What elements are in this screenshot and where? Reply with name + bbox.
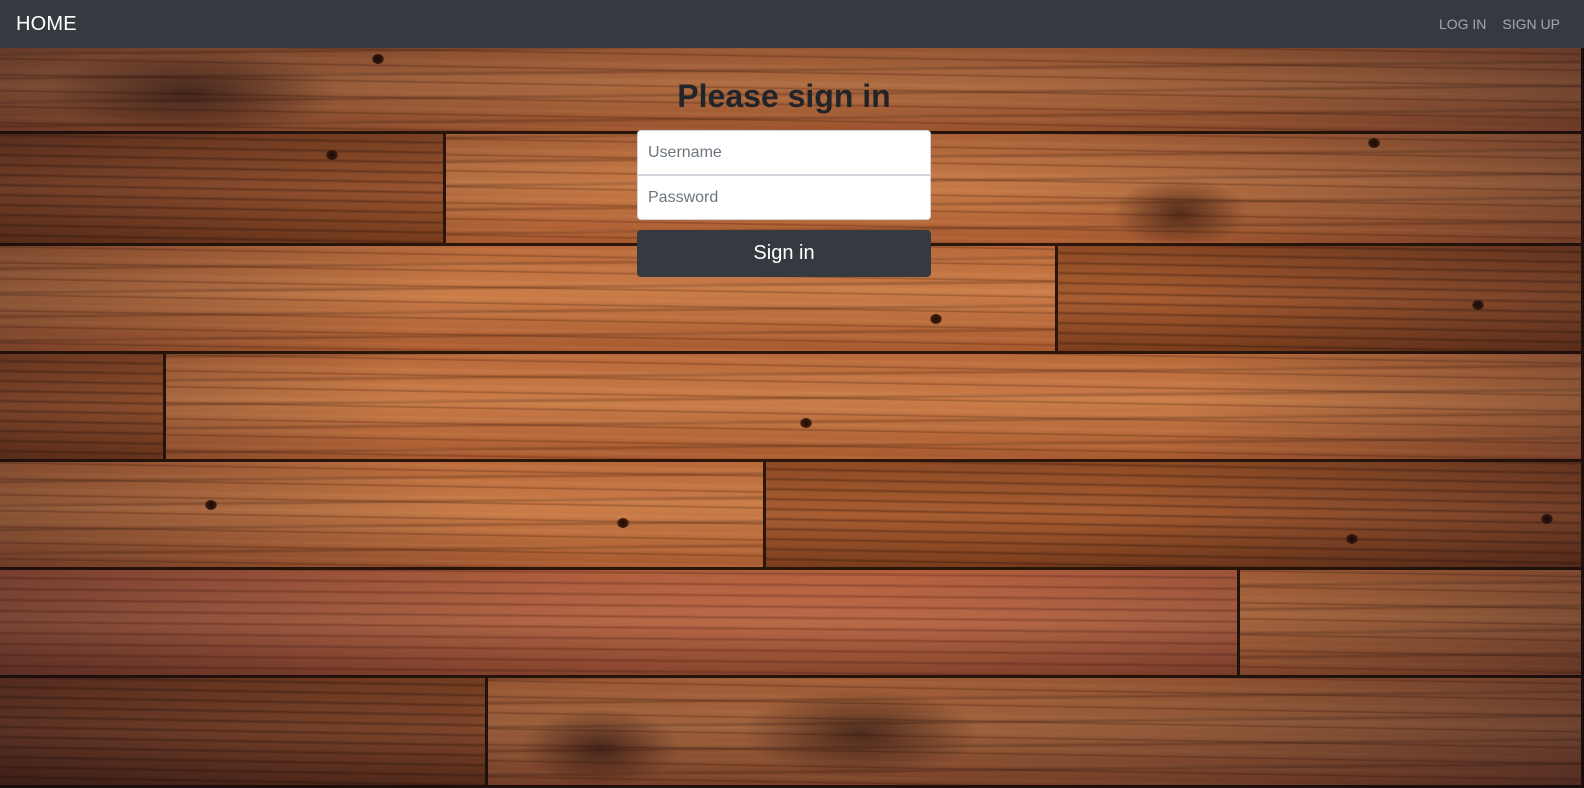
home-link[interactable]: HOME <box>16 13 77 36</box>
signin-form: Please sign in Sign in <box>637 74 931 277</box>
password-input[interactable] <box>637 175 931 220</box>
login-link[interactable]: LOG IN <box>1439 16 1486 32</box>
top-navbar: HOME LOG IN SIGN UP <box>0 0 1584 48</box>
signup-link[interactable]: SIGN UP <box>1502 16 1560 32</box>
username-input[interactable] <box>637 130 931 175</box>
nav-links: LOG IN SIGN UP <box>1439 16 1568 32</box>
signin-heading: Please sign in <box>677 78 891 114</box>
signin-button[interactable]: Sign in <box>637 230 931 277</box>
